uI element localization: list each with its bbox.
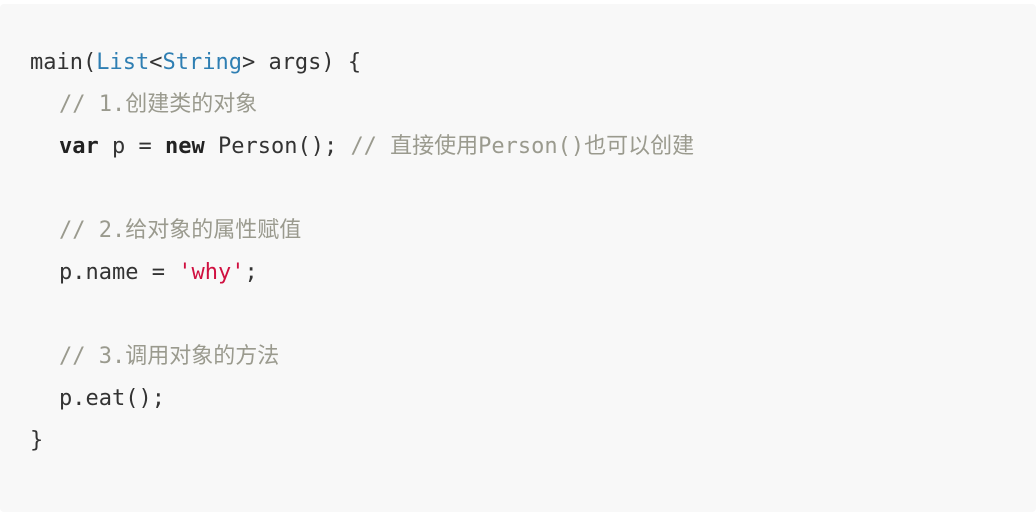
code-line-assign-name: p.name = 'why'; [30, 258, 258, 288]
code-comment: // 2.给对象的属性赋值 [59, 218, 302, 243]
code-line-main-signature: main(List<String> args) { [30, 48, 361, 78]
code-token-assign: p = [98, 134, 165, 159]
code-token-semicolon: ; [244, 260, 258, 285]
code-line-create-person: var p = new Person(); // 直接使用Person()也可以… [30, 132, 694, 162]
code-keyword-new: new [164, 134, 205, 159]
code-token-function: main( [30, 50, 97, 75]
code-token-constructor: Person(); [204, 134, 351, 159]
code-comment: // 直接使用Person()也可以创建 [350, 134, 695, 159]
code-line-comment-1: // 1.创建类的对象 [30, 90, 257, 120]
code-token-type-string: String [162, 50, 242, 75]
code-block: main(List<String> args) { // 1.创建类的对象 va… [0, 4, 1036, 512]
code-comment: // 1.创建类的对象 [59, 92, 258, 117]
code-token-params: > args) { [241, 50, 362, 75]
code-token-method-call: p.eat(); [59, 386, 165, 411]
code-line-closing-brace: } [30, 426, 43, 456]
code-string-literal: 'why' [178, 260, 245, 285]
code-line-comment-2: // 2.给对象的属性赋值 [30, 216, 301, 246]
code-comment: // 3.调用对象的方法 [59, 344, 280, 369]
code-token-generic-open: < [149, 50, 163, 75]
code-token-property: p.name = [59, 260, 179, 285]
code-token-brace: } [30, 428, 44, 453]
code-line-call-eat: p.eat(); [30, 384, 165, 414]
code-line-comment-3: // 3.调用对象的方法 [30, 342, 279, 372]
code-token-type-list: List [96, 50, 150, 75]
code-keyword-var: var [59, 134, 99, 159]
